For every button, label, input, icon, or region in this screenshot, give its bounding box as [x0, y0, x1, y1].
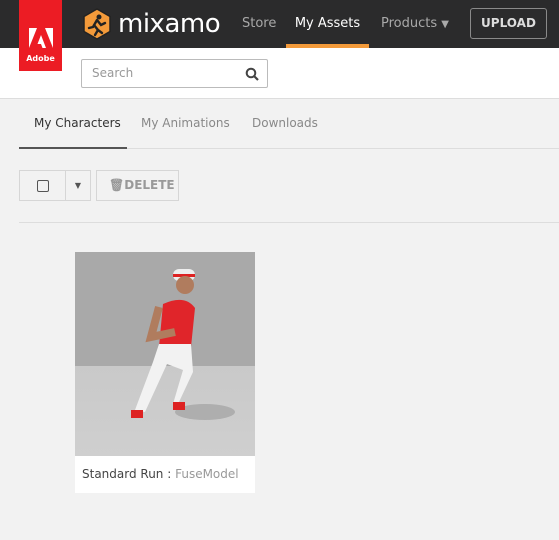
- nav-products-label: Products: [381, 16, 438, 31]
- caret-down-icon: ▼: [441, 19, 449, 30]
- delete-label: DELETE: [124, 178, 175, 192]
- asset-caption: Standard Run : FuseModel: [75, 456, 255, 481]
- divider: [19, 222, 559, 223]
- tab-my-characters[interactable]: My Characters: [19, 100, 127, 149]
- search-icon[interactable]: [245, 67, 259, 81]
- character-thumbnail[interactable]: [75, 252, 255, 456]
- search-bar-area: Search: [0, 48, 559, 99]
- adobe-label: Adobe: [26, 54, 55, 63]
- search-input[interactable]: Search: [81, 59, 268, 88]
- asset-tabs: My Characters My Animations Downloads: [19, 100, 559, 149]
- tab-downloads[interactable]: Downloads: [252, 100, 318, 149]
- search-placeholder: Search: [92, 66, 134, 80]
- mixamo-runner-icon: [83, 8, 111, 40]
- animation-name: Standard Run: [82, 467, 164, 481]
- checkbox[interactable]: [37, 180, 49, 192]
- trash-icon: 🗑: [109, 178, 125, 192]
- select-dropdown-button[interactable]: ▼: [65, 170, 91, 201]
- asset-card[interactable]: Standard Run : FuseModel: [75, 252, 255, 493]
- caption-separator: :: [163, 467, 176, 481]
- tab-my-animations[interactable]: My Animations: [141, 100, 230, 149]
- nav-products[interactable]: Products ▼: [381, 0, 449, 48]
- mixamo-logo[interactable]: mixamo: [82, 8, 221, 40]
- nav-store[interactable]: Store: [242, 0, 276, 48]
- adobe-logo-icon: [28, 28, 53, 48]
- character-name: FuseModel: [175, 467, 239, 481]
- adobe-badge[interactable]: Adobe: [19, 0, 62, 71]
- caret-down-icon: ▼: [74, 181, 82, 190]
- select-all-checkbox[interactable]: [19, 170, 66, 201]
- nav-my-assets[interactable]: My Assets: [286, 0, 369, 48]
- character-figure: [131, 269, 235, 420]
- upload-button[interactable]: UPLOAD: [470, 8, 547, 39]
- delete-button[interactable]: 🗑DELETE: [96, 170, 179, 201]
- top-nav-bar: mixamo Store My Assets Products ▼ UPLOAD: [0, 0, 559, 48]
